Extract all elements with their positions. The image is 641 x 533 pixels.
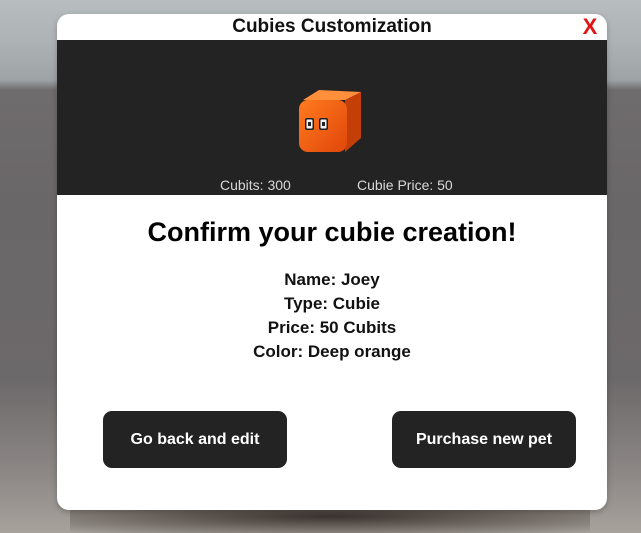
customization-dialog: Cubies Customization X Cubits: 300 Cubie…	[57, 14, 607, 510]
title-bar: Cubies Customization X	[57, 14, 607, 40]
purchase-button[interactable]: Purchase new pet	[392, 411, 576, 468]
go-back-button[interactable]: Go back and edit	[103, 411, 287, 468]
close-button[interactable]: X	[579, 14, 601, 40]
pet-name: Name: Joey	[284, 270, 380, 289]
pet-details: Name: Joey Type: Cubie Price: 50 Cubits …	[57, 268, 607, 364]
cubits-balance: Cubits: 300	[220, 177, 291, 193]
orange-cubie-pet-icon	[299, 90, 361, 152]
dialog-title: Cubies Customization	[232, 16, 432, 37]
cubie-price: Cubie Price: 50	[357, 177, 453, 193]
pet-preview-panel: Cubits: 300 Cubie Price: 50	[57, 40, 607, 195]
confirm-heading: Confirm your cubie creation!	[147, 217, 517, 247]
pet-price: Price: 50 Cubits	[267, 318, 397, 337]
pet-color: Color: Deep orange	[253, 342, 411, 361]
pet-stats: Cubits: 300 Cubie Price: 50	[57, 176, 607, 194]
pet-type: Type: Cubie	[283, 294, 381, 313]
